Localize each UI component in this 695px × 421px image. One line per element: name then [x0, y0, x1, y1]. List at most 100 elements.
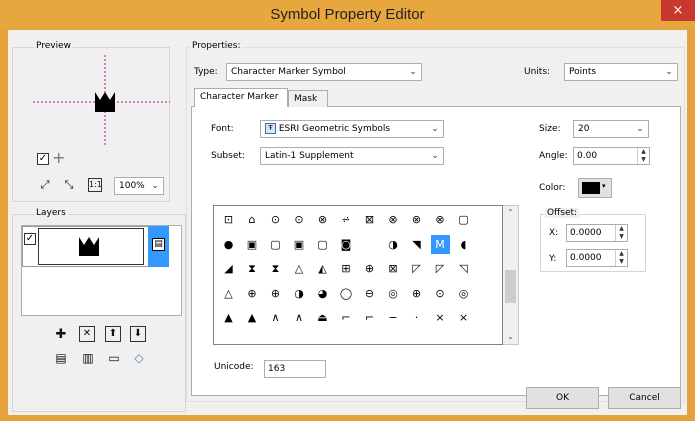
scroll-up-icon[interactable]: ⌃: [503, 206, 518, 220]
glyph-cell[interactable]: ⊠: [384, 259, 403, 278]
preview-checkbox[interactable]: ✓: [37, 153, 49, 165]
glyph-cell[interactable]: △: [290, 259, 309, 278]
offset-x-spinner[interactable]: ▲ ▼: [615, 225, 627, 241]
offset-y-spinner[interactable]: ▲ ▼: [615, 250, 627, 266]
glyph-cell[interactable]: ⊙: [431, 284, 450, 303]
cancel-button[interactable]: Cancel: [608, 387, 681, 409]
units-dropdown[interactable]: Points ⌄: [564, 63, 678, 81]
subset-dropdown[interactable]: Latin-1 Supplement ⌄: [260, 147, 444, 165]
glyph-cell[interactable]: ⌐: [360, 308, 379, 327]
zoom-fit-icon[interactable]: ⤢: [36, 176, 54, 194]
layer-visible-checkbox[interactable]: ✓: [24, 233, 36, 245]
glyph-cell[interactable]: ⧗: [243, 259, 262, 278]
glyph-cell[interactable]: △: [219, 284, 238, 303]
glyph-cell[interactable]: ∧: [290, 308, 309, 327]
glyph-cell[interactable]: ⌐: [337, 308, 356, 327]
offset-y-field[interactable]: 0.0000 ▲ ▼: [566, 249, 628, 267]
glyph-cell[interactable]: ⊕: [243, 284, 262, 303]
offset-x-field[interactable]: 0.0000 ▲ ▼: [566, 224, 628, 242]
remove-layer-icon[interactable]: ✕: [79, 326, 95, 342]
angle-value: 0.00: [577, 151, 598, 161]
glyph-cell[interactable]: ⊙: [266, 210, 285, 229]
move-layer-up-icon[interactable]: ⬆: [105, 326, 121, 342]
glyph-grid-scrollbar[interactable]: ⌃ ⌄: [503, 205, 519, 345]
ok-button[interactable]: OK: [526, 387, 599, 409]
title-bar[interactable]: Symbol Property Editor ×: [0, 0, 695, 30]
size-dropdown[interactable]: 20 ⌄: [573, 120, 649, 138]
glyph-cell[interactable]: ▣: [243, 235, 262, 254]
glyph-cell[interactable]: ▢: [313, 235, 332, 254]
zoom-dropdown[interactable]: 100% ⌄: [114, 177, 164, 195]
paste-layer-icon[interactable]: ▥: [79, 349, 97, 367]
copy-layer-icon[interactable]: ▤: [52, 349, 70, 367]
glyph-cell[interactable]: ⊕: [266, 284, 285, 303]
glyph-cell[interactable]: ⊙: [290, 210, 309, 229]
glyph-cell[interactable]: ⊡: [219, 210, 238, 229]
glyph-cell[interactable]: ◑: [290, 284, 309, 303]
glyph-cell[interactable]: ◕: [313, 284, 332, 303]
glyph-cell[interactable]: ⩫: [337, 210, 356, 229]
glyph-cell[interactable]: ◎: [384, 284, 403, 303]
glyph-cell[interactable]: ⊗: [407, 210, 426, 229]
glyph-cell[interactable]: ◢: [219, 259, 238, 278]
tab-mask[interactable]: Mask: [288, 90, 328, 107]
clear-layer-icon[interactable]: ▭: [105, 349, 123, 367]
glyph-cell[interactable]: ◹: [454, 259, 473, 278]
move-layer-down-icon[interactable]: ⬇: [130, 326, 146, 342]
glyph-cell[interactable]: −: [384, 308, 403, 327]
font-label: Font:: [211, 124, 234, 134]
angle-spinner[interactable]: ▲ ▼: [637, 148, 649, 164]
chevron-down-icon: ⌄: [151, 181, 159, 191]
glyph-cell[interactable]: ⊕: [407, 284, 426, 303]
glyph-cell[interactable]: ∧: [266, 308, 285, 327]
glyph-cell[interactable]: ⊗: [431, 210, 450, 229]
glyph-cell[interactable]: ⧗: [266, 259, 285, 278]
glyph-cell[interactable]: ◯: [337, 284, 356, 303]
glyph-grid[interactable]: ⊡ ⌂ ⊙ ⊙ ⊗ ⩫ ⊠ ⊗ ⊗ ⊗ ▢ ● ▣ ▢ ▣ ▢ ◙ ◑ ◥ M ◖ ◢ ⧗ ⧗ △ ◭ ⊞ ⊕ ⊠ ◸ ◸ ◹ △ ⊕ ⊕ ◑ ◕ ◯ ⊖ ◎…: [213, 205, 503, 345]
scroll-thumb[interactable]: [505, 270, 516, 303]
glyph-cell[interactable]: ▲: [243, 308, 262, 327]
glyph-cell[interactable]: ×: [431, 308, 450, 327]
glyph-cell[interactable]: ⊠: [360, 210, 379, 229]
glyph-cell[interactable]: ◑: [384, 235, 403, 254]
unicode-field[interactable]: 163: [264, 360, 326, 378]
glyph-cell[interactable]: ×: [454, 308, 473, 327]
font-dropdown[interactable]: Ŧ ESRI Geometric Symbols ⌄: [260, 120, 444, 138]
glyph-cell[interactable]: ◖: [454, 235, 473, 254]
glyph-cell[interactable]: ●: [219, 235, 238, 254]
glyph-cell[interactable]: [360, 235, 379, 254]
add-layer-icon[interactable]: ✚: [52, 326, 70, 344]
size-value: 20: [578, 124, 590, 134]
tab-character-marker[interactable]: Character Marker: [194, 88, 288, 107]
glyph-cell[interactable]: ◎: [454, 284, 473, 303]
glyph-cell[interactable]: ⊖: [360, 284, 379, 303]
glyph-cell[interactable]: ⊗: [384, 210, 403, 229]
tag-icon[interactable]: ◇: [130, 349, 148, 367]
glyph-cell[interactable]: ◙: [337, 235, 356, 254]
glyph-cell[interactable]: ▢: [266, 235, 285, 254]
scroll-down-icon[interactable]: ⌄: [503, 330, 518, 344]
glyph-cell[interactable]: ◥: [407, 235, 426, 254]
glyph-cell[interactable]: ◸: [431, 259, 450, 278]
actual-size-icon[interactable]: 1:1: [88, 178, 102, 192]
glyph-cell[interactable]: ⌂: [243, 210, 262, 229]
chevron-down-icon: ⌄: [636, 124, 644, 134]
glyph-cell[interactable]: ▲: [219, 308, 238, 327]
preview-add-icon[interactable]: +: [52, 148, 65, 167]
glyph-cell[interactable]: ◭: [313, 259, 332, 278]
glyph-cell[interactable]: ⊗: [313, 210, 332, 229]
glyph-cell[interactable]: ⊕: [360, 259, 379, 278]
glyph-cell[interactable]: ◸: [407, 259, 426, 278]
glyph-cell[interactable]: ⏏: [313, 308, 332, 327]
angle-field[interactable]: 0.00 ▲ ▼: [573, 147, 650, 165]
glyph-cell[interactable]: ·: [407, 308, 426, 327]
color-picker-button[interactable]: ▾: [578, 178, 612, 198]
type-dropdown[interactable]: Character Marker Symbol ⌄: [226, 63, 422, 81]
close-button[interactable]: ×: [661, 0, 695, 21]
zoom-extent-icon[interactable]: ⤡: [60, 176, 78, 194]
glyph-cell[interactable]: ⊞: [337, 259, 356, 278]
glyph-cell[interactable]: ▢: [454, 210, 473, 229]
layer-properties-button[interactable]: ▤: [148, 226, 169, 267]
glyph-cell[interactable]: M: [430, 234, 450, 254]
glyph-cell[interactable]: ▣: [290, 235, 309, 254]
